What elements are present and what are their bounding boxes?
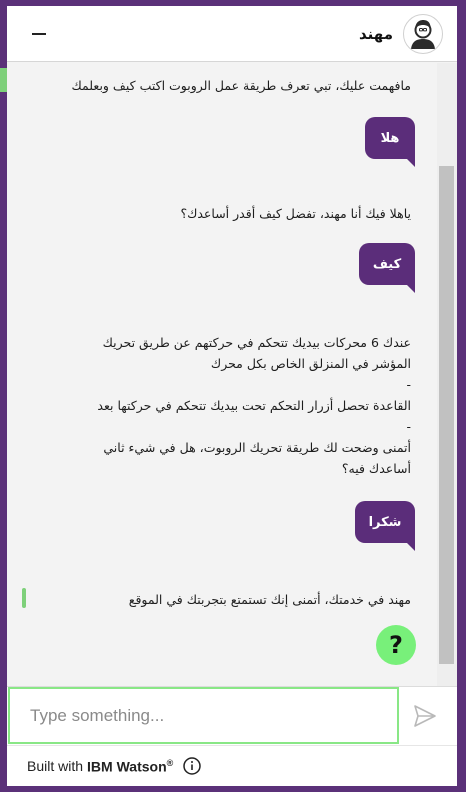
input-area	[7, 686, 457, 745]
chat-header: مهند	[7, 6, 457, 62]
brand-name: IBM Watson®	[87, 757, 174, 775]
info-icon[interactable]	[183, 757, 202, 775]
bot-name: مهند	[359, 24, 393, 43]
message-input[interactable]	[8, 687, 399, 744]
header-bot-info: مهند	[359, 13, 443, 54]
help-button[interactable]: ?	[376, 625, 416, 665]
message-list[interactable]: مافهمت عليك، تبي تعرف طريقة عمل الروبوت …	[7, 63, 437, 686]
bot-message: عندك 6 محركات بيديك تتحكم في حركتهم عن ط…	[97, 335, 411, 476]
registered-mark: ®	[166, 757, 174, 768]
bot-message: مهند في خدمتك، أتمنى إنك تستمتع بتجربتك …	[128, 592, 411, 607]
chat-window: مهند مافهمت عليك، تبي تعرف طريقة عمل الر…	[7, 6, 457, 786]
user-message: هلا	[365, 117, 415, 167]
user-avatar-icon	[403, 13, 443, 54]
send-button[interactable]	[412, 703, 438, 729]
user-message: كيف	[359, 243, 415, 293]
message-indicator-bar	[22, 588, 26, 608]
minimize-button[interactable]	[27, 22, 51, 46]
bot-message: ياهلا فيك أنا مهند، تفضل كيف أقدر أساعدك…	[180, 206, 411, 221]
scrollbar-thumb[interactable]	[439, 166, 454, 664]
send-icon	[414, 705, 436, 727]
built-with-label: Built with	[27, 758, 84, 774]
bot-message: مافهمت عليك، تبي تعرف طريقة عمل الروبوت …	[71, 78, 411, 93]
accent-strip	[0, 68, 7, 92]
minimize-icon	[32, 32, 46, 35]
user-message: شكرا	[355, 501, 415, 551]
footer: Built with IBM Watson®	[7, 745, 457, 786]
